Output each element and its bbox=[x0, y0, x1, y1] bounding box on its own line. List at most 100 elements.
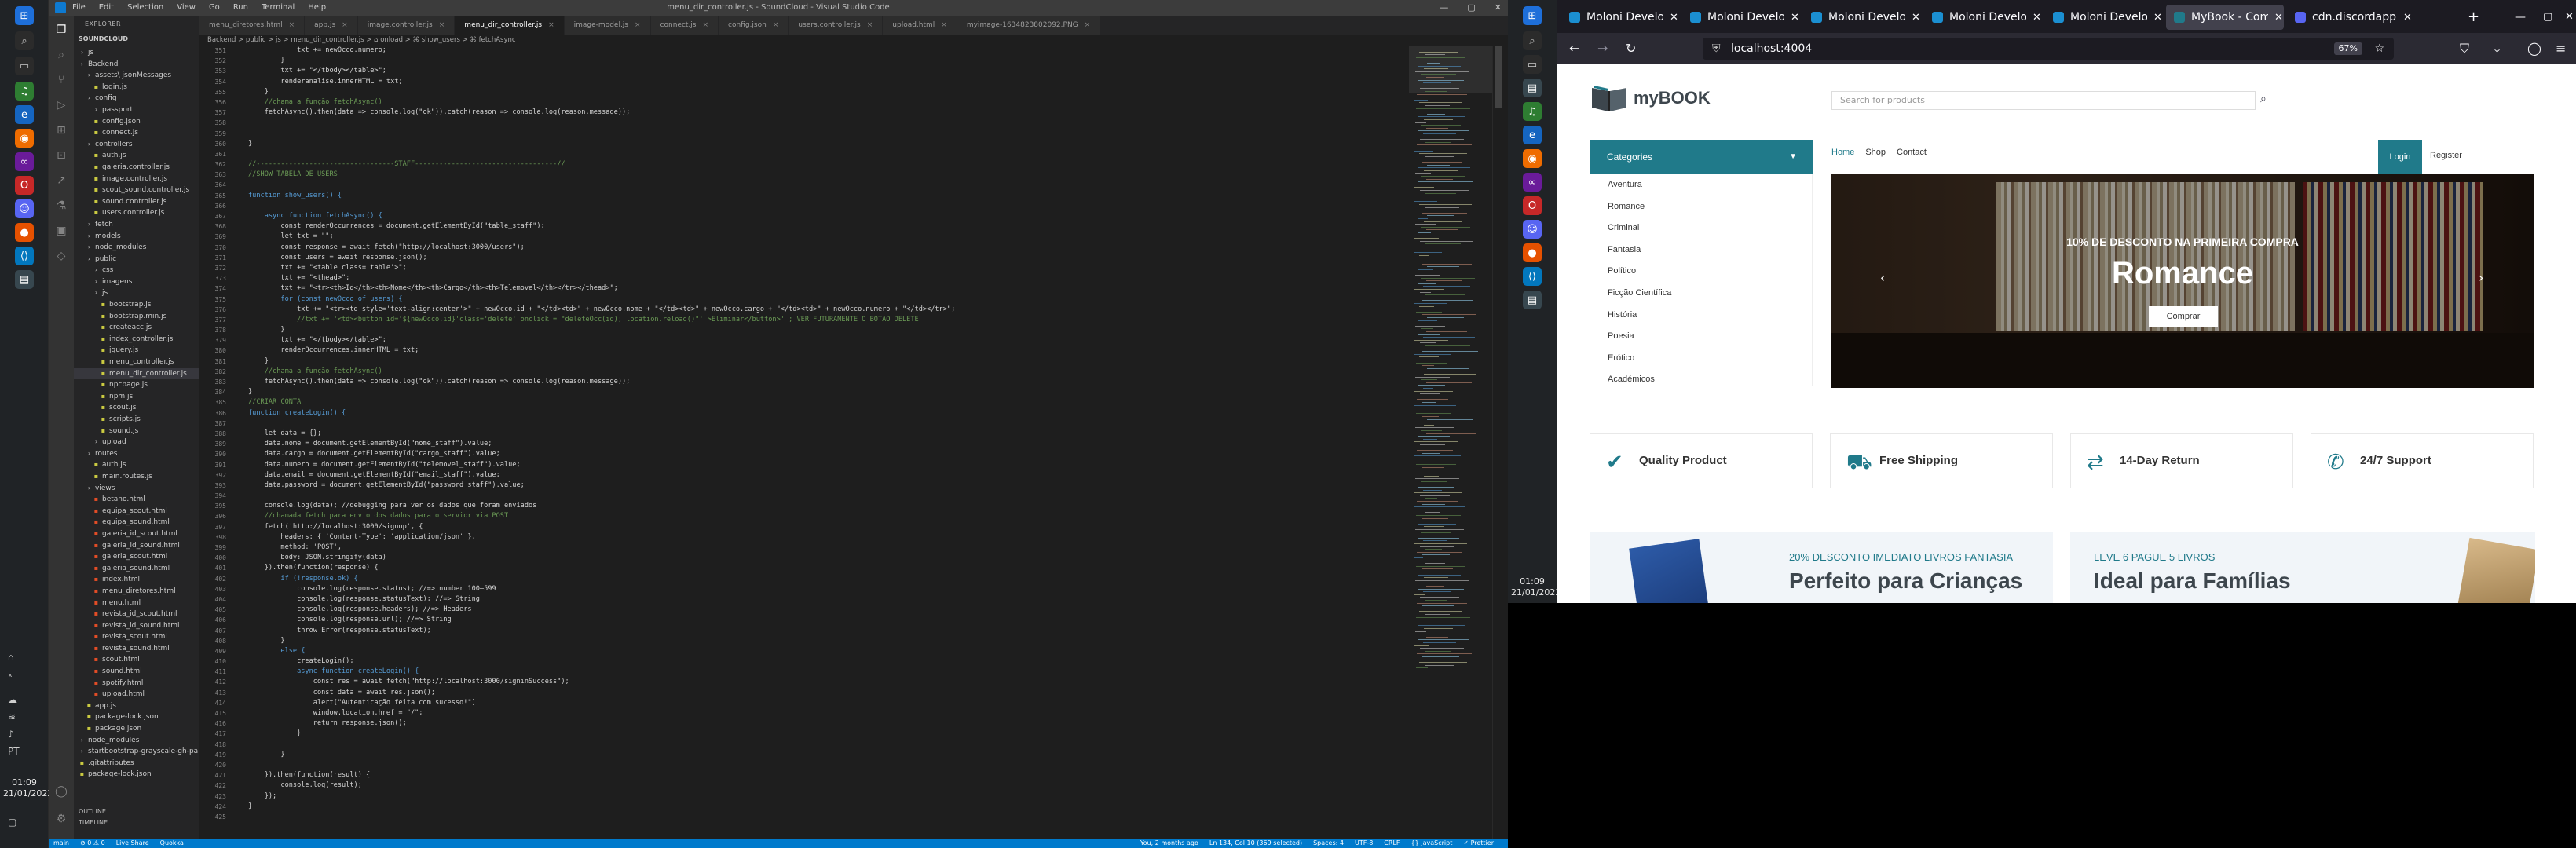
project-name[interactable]: SOUNDCLOUD bbox=[74, 33, 199, 46]
taskbar-time[interactable]: 01:09 bbox=[1511, 576, 1553, 587]
status-item[interactable]: {} JavaScript bbox=[1411, 839, 1453, 848]
close-tab-icon[interactable]: ✕ bbox=[2153, 12, 2162, 24]
code-line[interactable]: console.log(response.statusText); //=> S… bbox=[248, 594, 1403, 605]
status-item[interactable]: ✓ Prettier bbox=[1463, 839, 1494, 848]
close-tab-icon[interactable]: × bbox=[439, 21, 445, 29]
editor-tab[interactable]: menu_dir_controller.js × bbox=[455, 16, 565, 35]
category-item[interactable]: História bbox=[1590, 305, 1812, 327]
close-tab-icon[interactable]: × bbox=[773, 21, 779, 29]
tree-folder[interactable]: › controllers bbox=[74, 139, 199, 151]
code-line[interactable]: return response.json(); bbox=[248, 718, 1403, 729]
tree-file[interactable]: ▪ .gitattributes bbox=[74, 758, 199, 769]
tree-file[interactable]: ▪ main.routes.js bbox=[74, 471, 199, 483]
code-line[interactable]: //chama a função fetchAsync() bbox=[248, 97, 1403, 108]
status-item[interactable]: Live Share bbox=[116, 839, 149, 848]
code-line[interactable] bbox=[248, 118, 1403, 128]
tree-file[interactable]: ▪ revista_id_scout.html bbox=[74, 609, 199, 620]
tree-file[interactable]: ▪ createacc.js bbox=[74, 322, 199, 334]
close-tab-icon[interactable]: × bbox=[342, 21, 348, 29]
code-line[interactable]: console.log(response.url); //=> String bbox=[248, 615, 1403, 625]
windows-start-icon[interactable]: ⊞ bbox=[1523, 6, 1542, 25]
forward-icon[interactable]: → bbox=[1597, 41, 1608, 56]
menu-item-terminal[interactable]: Terminal bbox=[262, 3, 295, 12]
categories-dropdown[interactable]: Categories ▼ bbox=[1590, 140, 1813, 174]
account-icon[interactable]: ◯ bbox=[55, 785, 68, 798]
code-line[interactable]: } bbox=[248, 56, 1403, 66]
carousel-next-icon[interactable]: › bbox=[2479, 270, 2483, 285]
code-line[interactable]: } bbox=[248, 729, 1403, 739]
status-item[interactable]: Ln 134, Col 10 (369 selected) bbox=[1209, 839, 1302, 848]
tree-file[interactable]: ▪ sound.controller.js bbox=[74, 196, 199, 208]
visual-studio-icon[interactable]: ∞ bbox=[1523, 173, 1542, 192]
code-line[interactable]: data.email = document.getElementById("em… bbox=[248, 470, 1403, 481]
docker-icon[interactable]: ▣ bbox=[55, 225, 68, 237]
timeline-section[interactable]: TIMELINE bbox=[74, 817, 199, 828]
status-item[interactable]: CRLF bbox=[1384, 839, 1400, 848]
tree-folder[interactable]: › js bbox=[74, 287, 199, 299]
language-icon[interactable]: PT bbox=[8, 746, 20, 757]
code-line[interactable]: headers: { 'Content-Type': 'application/… bbox=[248, 532, 1403, 543]
code-line[interactable]: txt += "<thead>"; bbox=[248, 273, 1403, 283]
code-line[interactable]: window.location.href = "/"; bbox=[248, 708, 1403, 718]
tree-file[interactable]: ▪ npcpage.js bbox=[74, 379, 199, 391]
category-item[interactable]: Político bbox=[1590, 261, 1812, 283]
editor-tab[interactable]: myimage-1634823802092.PNG × bbox=[957, 16, 1101, 35]
code-line[interactable] bbox=[248, 419, 1403, 429]
code-line[interactable]: } bbox=[248, 387, 1403, 397]
cloud-icon[interactable]: ☁ bbox=[8, 694, 17, 705]
tree-file[interactable]: ▪ npm.js bbox=[74, 391, 199, 403]
close-tab-icon[interactable]: × bbox=[289, 21, 295, 29]
tree-folder[interactable]: › passport bbox=[74, 104, 199, 116]
code-line[interactable]: const response = await fetch("http://loc… bbox=[248, 243, 1403, 253]
menu-item-view[interactable]: View bbox=[177, 3, 196, 12]
edge-icon[interactable]: e bbox=[15, 105, 34, 124]
status-item[interactable]: ⊘ 0 ⚠ 0 bbox=[80, 839, 105, 848]
code-line[interactable] bbox=[248, 812, 1403, 822]
code-line[interactable]: method: 'POST', bbox=[248, 543, 1403, 553]
menu-icon[interactable]: ≡ bbox=[2556, 41, 2566, 56]
buy-button[interactable]: Comprar bbox=[2149, 306, 2218, 327]
breadcrumb[interactable]: Backend > public > js > menu_dir_control… bbox=[199, 35, 1508, 46]
code-line[interactable]: } bbox=[248, 325, 1403, 335]
close-tab-icon[interactable]: × bbox=[1085, 21, 1091, 29]
code-line[interactable]: const users = await response.json(); bbox=[248, 253, 1403, 263]
code-editor[interactable]: 351 352 353 354 355 356 357 358 359 360 361 362 363 3… bbox=[199, 46, 1409, 839]
tree-folder[interactable]: › node_modules bbox=[74, 242, 199, 254]
tree-file[interactable]: ▪ index_controller.js bbox=[74, 334, 199, 345]
code-line[interactable]: fetchAsync().then(data => console.log("o… bbox=[248, 108, 1403, 118]
tree-folder[interactable]: › views bbox=[74, 483, 199, 495]
tree-file[interactable]: ▪ scout.js bbox=[74, 402, 199, 414]
remote-explorer-icon[interactable]: ⊡ bbox=[55, 149, 68, 162]
network-icon[interactable]: ⌂ bbox=[8, 652, 14, 663]
code-content[interactable]: txt += newOcco.numero; } txt += "</tbody… bbox=[248, 46, 1403, 822]
code-line[interactable] bbox=[248, 491, 1403, 501]
product-search-input[interactable]: Search for products bbox=[1831, 91, 2256, 110]
code-line[interactable]: } bbox=[248, 87, 1403, 97]
category-item[interactable]: Criminal bbox=[1590, 217, 1812, 239]
editor-tab[interactable]: image-model.js × bbox=[564, 16, 651, 35]
site-logo[interactable]: myBOOK bbox=[1634, 88, 1711, 108]
login-button[interactable]: Login bbox=[2378, 140, 2422, 174]
code-line[interactable] bbox=[248, 180, 1403, 190]
explorer-icon[interactable]: ▤ bbox=[1523, 79, 1542, 97]
code-line[interactable]: if (!response.ok) { bbox=[248, 574, 1403, 584]
code-line[interactable]: renderOccurrences.innerHTML = txt; bbox=[248, 345, 1403, 356]
browser-tab[interactable]: Moloni Developers ✕ bbox=[1682, 5, 1800, 30]
tree-file[interactable]: ▪ menu_dir_controller.js bbox=[74, 367, 199, 380]
tree-folder[interactable]: › Backend bbox=[74, 59, 199, 71]
windows-start-icon[interactable]: ⊞ bbox=[15, 6, 34, 25]
tree-file[interactable]: ▪ bootstrap.js bbox=[74, 299, 199, 311]
extensions-icon[interactable]: ⊞ bbox=[55, 124, 68, 137]
tree-folder[interactable]: › routes bbox=[74, 448, 199, 460]
url-text[interactable]: localhost:4004 bbox=[1731, 42, 1812, 55]
tree-file[interactable]: ▪ betano.html bbox=[74, 494, 199, 506]
tree-file[interactable]: ▪ package-lock.json bbox=[74, 711, 199, 723]
edge-icon[interactable]: e bbox=[1523, 126, 1542, 144]
code-line[interactable]: body: JSON.stringify(data) bbox=[248, 553, 1403, 563]
tree-folder[interactable]: › models bbox=[74, 231, 199, 243]
live-share-icon[interactable]: ↗ bbox=[55, 174, 68, 187]
tree-folder[interactable]: › startbootstrap-grayscale-gh-pa... bbox=[74, 746, 199, 758]
tree-file[interactable]: ▪ jquery.js bbox=[74, 345, 199, 356]
tree-file[interactable]: ▪ galeria.controller.js bbox=[74, 162, 199, 174]
tree-file[interactable]: ▪ equipa_scout.html bbox=[74, 506, 199, 517]
